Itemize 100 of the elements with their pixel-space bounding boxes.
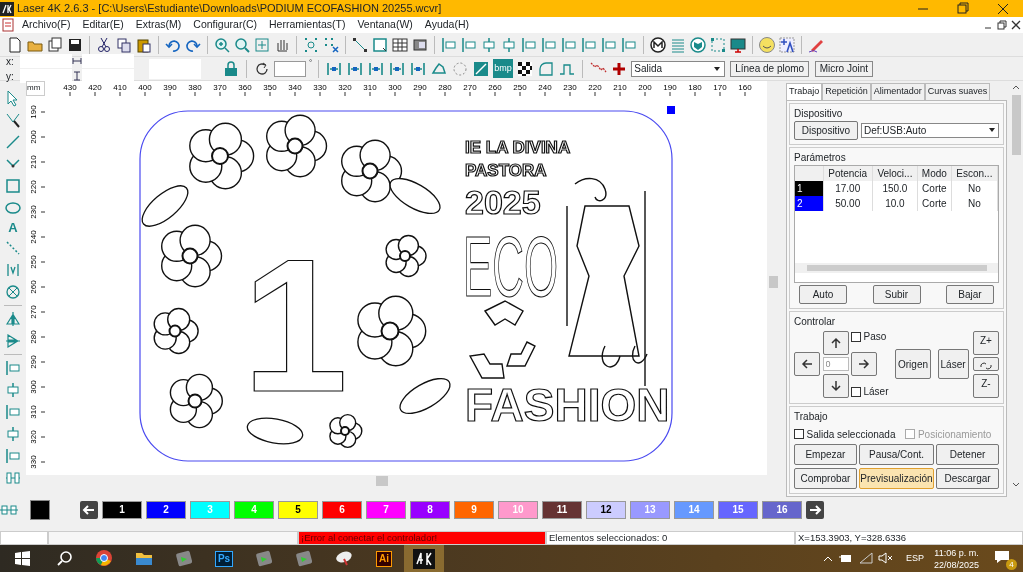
column-header[interactable]: Potencia <box>823 165 873 181</box>
distribute-icon[interactable] <box>4 469 22 487</box>
job-button[interactable]: Detener <box>936 444 999 465</box>
panel-tab[interactable]: Repetición <box>822 83 871 100</box>
toolbar-button[interactable]: Línea de plomo <box>730 60 810 77</box>
color-swatch[interactable]: 1 <box>102 500 142 519</box>
align-icon[interactable] <box>4 381 22 399</box>
checker-icon[interactable] <box>515 59 534 78</box>
color-swatch[interactable]: 16 <box>762 500 802 519</box>
zoom-in-icon[interactable] <box>213 35 231 54</box>
align-icon[interactable] <box>460 35 478 54</box>
grid-icon[interactable] <box>391 35 409 54</box>
control-button[interactable]: Origen <box>895 349 932 379</box>
align-icon[interactable] <box>540 35 558 54</box>
panel-tab[interactable]: Alimentador <box>870 83 925 100</box>
menu-item[interactable]: Herramientas(T) <box>262 17 352 33</box>
mirror-icon[interactable] <box>4 310 22 328</box>
align-icon[interactable] <box>440 35 458 54</box>
smiley-icon[interactable] <box>758 35 776 54</box>
copy-icon[interactable] <box>115 35 133 54</box>
job-button[interactable]: Empezar <box>794 444 857 465</box>
align-icon[interactable] <box>560 35 578 54</box>
horizontal-scrollbar[interactable] <box>795 262 998 273</box>
column-header[interactable]: Escon... <box>951 165 998 181</box>
device-dropdown[interactable]: Def:USB:Auto <box>860 122 999 138</box>
align-icon[interactable] <box>4 359 22 377</box>
selection-handle[interactable] <box>667 106 675 114</box>
menu-item[interactable]: Ayuda(H) <box>418 17 476 33</box>
shield-icon[interactable] <box>689 35 707 54</box>
z-reset-button[interactable] <box>973 357 999 371</box>
z-down-button[interactable]: Z- <box>973 373 999 398</box>
align-icon[interactable] <box>620 35 638 54</box>
align-icon[interactable] <box>4 447 22 465</box>
panel-tab[interactable]: Trabajo <box>786 83 823 100</box>
color-swatch[interactable]: 6 <box>322 500 362 519</box>
motor-icon[interactable] <box>649 35 667 54</box>
step-checkbox[interactable] <box>851 331 861 342</box>
menu-item[interactable]: Ventana(W) <box>351 17 419 33</box>
job-button[interactable]: Previsualización <box>859 467 934 489</box>
job-button[interactable]: Comprobar <box>794 467 857 489</box>
width-icon[interactable] <box>72 56 82 66</box>
ellipse-icon[interactable] <box>4 199 22 217</box>
clock-date[interactable]: 22/08/2025 <box>933 558 979 571</box>
dotted-line-icon[interactable] <box>4 239 22 257</box>
restore-icon[interactable] <box>995 18 1009 32</box>
color-swatch[interactable]: 11 <box>542 500 582 519</box>
height-field[interactable] <box>82 69 134 83</box>
align-icon[interactable] <box>4 425 22 443</box>
z-up-button[interactable]: Z+ <box>973 330 999 355</box>
text-add-icon[interactable] <box>778 35 796 54</box>
menu-item[interactable]: Archivo(F) <box>16 17 77 33</box>
laser-app-icon[interactable] <box>413 548 435 569</box>
text-tool[interactable]: A <box>8 221 18 235</box>
delete-nodes-icon[interactable] <box>322 35 340 54</box>
align-icon[interactable] <box>500 35 518 54</box>
height-icon[interactable] <box>72 71 82 81</box>
left-arrow-button[interactable] <box>794 352 820 376</box>
menu-item[interactable]: Editar(E) <box>76 17 130 33</box>
current-color-swatch[interactable] <box>30 499 50 520</box>
frame-icon[interactable] <box>709 35 727 54</box>
x-field[interactable] <box>20 54 72 68</box>
select-nodes-icon[interactable] <box>302 35 320 54</box>
node-edit-icon[interactable] <box>4 111 22 129</box>
color-swatch[interactable]: 2 <box>146 500 186 519</box>
lock-icon[interactable] <box>222 59 240 78</box>
toolbar-button[interactable]: Micro Joint <box>814 60 874 77</box>
device-button[interactable]: Dispositivo <box>794 120 858 140</box>
laser-checkbox[interactable] <box>851 386 861 397</box>
column-header[interactable]: Veloci... <box>872 165 918 181</box>
param-button[interactable]: Bajar <box>946 285 994 304</box>
color-swatch[interactable]: 12 <box>586 500 626 519</box>
option-checkbox[interactable] <box>794 429 804 439</box>
color-swatch[interactable]: 5 <box>278 500 318 519</box>
panel-tab[interactable]: Curvas suaves <box>924 83 991 100</box>
output-dropdown[interactable]: Salida <box>630 60 725 77</box>
align-icon[interactable] <box>580 35 598 54</box>
cut-icon[interactable] <box>95 35 113 54</box>
job-button[interactable]: Pausa/Cont. <box>859 444 934 465</box>
angle-field[interactable] <box>274 60 306 77</box>
align-icon[interactable] <box>480 35 498 54</box>
bitmap-button[interactable]: bmp <box>493 58 513 79</box>
node-line-icon[interactable] <box>351 35 369 54</box>
app-icon[interactable]: Ai <box>376 550 392 567</box>
color-swatch[interactable]: 8 <box>410 500 450 519</box>
control-button[interactable]: Láser <box>937 349 969 379</box>
param-button[interactable]: Subir <box>872 285 921 304</box>
align-icon[interactable] <box>600 35 618 54</box>
clock-time[interactable]: 11:06 p. m. <box>934 546 979 559</box>
copy-pages-icon[interactable] <box>46 35 64 54</box>
language-indicator[interactable]: ESP <box>905 551 924 566</box>
fill-icon[interactable] <box>472 59 491 78</box>
column-header[interactable]: Modo <box>917 165 952 181</box>
circle-cross-icon[interactable] <box>4 283 22 301</box>
close-icon[interactable] <box>1009 18 1023 32</box>
document-icon[interactable] <box>0 18 16 32</box>
monitor-icon[interactable] <box>729 35 747 54</box>
y-field[interactable] <box>20 69 72 83</box>
bracket-icon[interactable] <box>4 261 22 279</box>
down-arrow-button[interactable] <box>822 373 849 398</box>
zoom-icon[interactable] <box>233 35 251 54</box>
